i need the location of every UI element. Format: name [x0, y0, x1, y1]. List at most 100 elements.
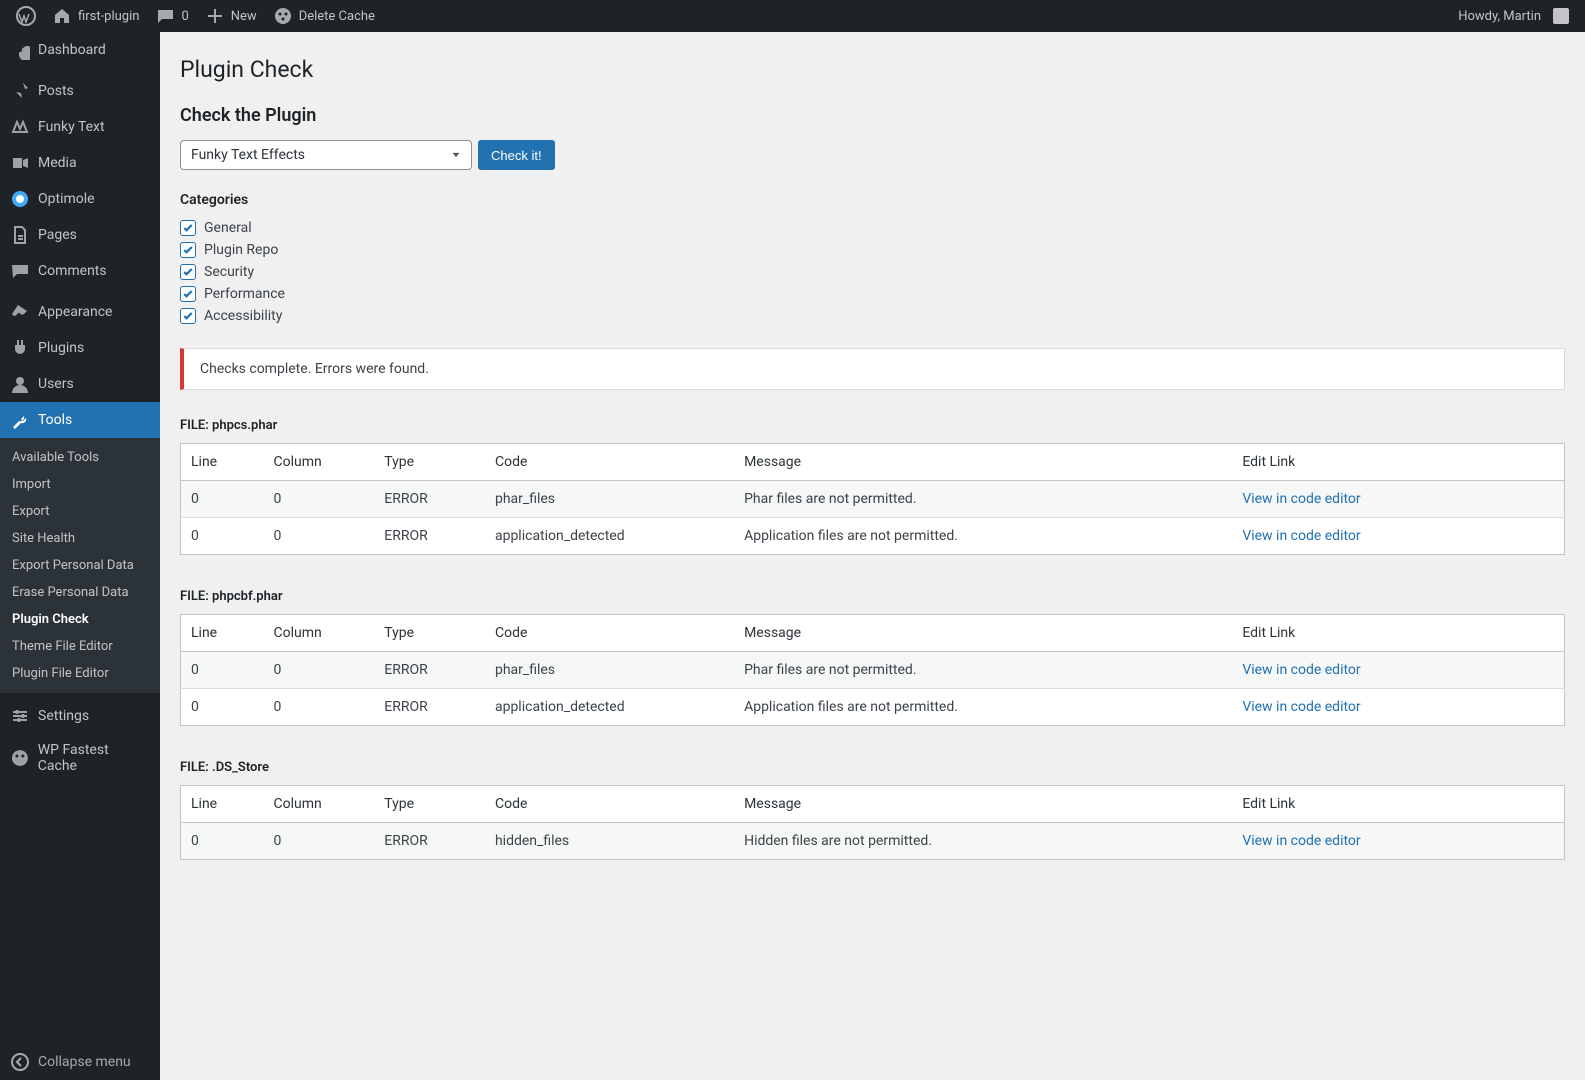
avatar — [1553, 8, 1569, 24]
sidebar-item-appearance[interactable]: Appearance — [0, 294, 160, 330]
sidebar-item-plugins[interactable]: Plugins — [0, 330, 160, 366]
checkbox-icon — [180, 220, 196, 236]
category-label: Performance — [204, 286, 285, 302]
category-plugin-repo[interactable]: Plugin Repo — [180, 242, 1565, 258]
cell-column: 0 — [264, 518, 375, 555]
sidebar-item-label: Dashboard — [38, 42, 106, 58]
results-table: LineColumnTypeCodeMessageEdit Link00ERRO… — [180, 614, 1565, 726]
page-title: Plugin Check — [180, 56, 1565, 83]
submenu-item-plugin-check[interactable]: Plugin Check — [0, 606, 160, 633]
th-type: Type — [374, 786, 485, 823]
table-row: 00ERRORphar_filesPhar files are not perm… — [181, 481, 1565, 518]
submenu-item-export[interactable]: Export — [0, 498, 160, 525]
sidebar-item-media[interactable]: Media — [0, 145, 160, 181]
sidebar-item-label: Funky Text — [38, 119, 105, 135]
view-in-editor-link[interactable]: View in code editor — [1242, 491, 1360, 507]
adminbar-delete-cache-label: Delete Cache — [299, 9, 375, 24]
results-table: LineColumnTypeCodeMessageEdit Link00ERRO… — [180, 785, 1565, 860]
adminbar-delete-cache[interactable]: Delete Cache — [265, 0, 383, 32]
cell-type: ERROR — [374, 481, 485, 518]
view-in-editor-link[interactable]: View in code editor — [1242, 833, 1360, 849]
sliders-icon — [10, 706, 30, 726]
sidebar-item-dashboard[interactable]: Dashboard — [0, 32, 160, 68]
category-label: General — [204, 220, 252, 236]
cell-code: phar_files — [485, 481, 734, 518]
sidebar-item-wp-fastest-cache[interactable]: WP Fastest Cache — [0, 734, 160, 782]
cell-type: ERROR — [374, 823, 485, 860]
chevron-down-icon — [449, 148, 463, 162]
plugin-select[interactable]: Funky Text Effects — [180, 140, 472, 170]
cell-line: 0 — [181, 481, 264, 518]
pin-icon — [10, 81, 30, 101]
sidebar-item-optimole[interactable]: Optimole — [0, 181, 160, 217]
submenu-item-erase-personal-data[interactable]: Erase Personal Data — [0, 579, 160, 606]
sidebar-item-comments[interactable]: Comments — [0, 253, 160, 289]
th-column: Column — [264, 786, 375, 823]
admin-sidebar: Dashboard Posts Funky Text MediaOptimolePag… — [0, 32, 160, 1080]
categories-heading: Categories — [180, 192, 1565, 208]
cell-column: 0 — [264, 652, 375, 689]
sidebar-item-pages[interactable]: Pages — [0, 217, 160, 253]
checkbox-icon — [180, 242, 196, 258]
adminbar-site-name[interactable]: first-plugin — [44, 0, 147, 32]
sidebar-item-label: Users — [38, 376, 74, 392]
sidebar-item-users[interactable]: Users — [0, 366, 160, 402]
check-it-button[interactable]: Check it! — [478, 140, 555, 170]
table-row: 00ERRORhidden_filesHidden files are not … — [181, 823, 1565, 860]
sidebar-item-funky-text[interactable]: Funky Text — [0, 109, 160, 145]
adminbar-new[interactable]: New — [197, 0, 265, 32]
cell-column: 0 — [264, 823, 375, 860]
submenu-item-site-health[interactable]: Site Health — [0, 525, 160, 552]
media-icon — [10, 153, 30, 173]
adminbar-wp-logo[interactable] — [8, 0, 44, 32]
file-label: FILE: .DS_Store — [180, 760, 1565, 775]
category-label: Plugin Repo — [204, 242, 278, 258]
adminbar-account[interactable]: Howdy, Martin — [1450, 0, 1577, 32]
th-line: Line — [181, 615, 264, 652]
th-code: Code — [485, 444, 734, 481]
submenu-item-theme-file-editor[interactable]: Theme File Editor — [0, 633, 160, 660]
submenu-item-import[interactable]: Import — [0, 471, 160, 498]
category-accessibility[interactable]: Accessibility — [180, 308, 1565, 324]
optimole-icon — [10, 189, 30, 209]
th-code: Code — [485, 786, 734, 823]
file-label: FILE: phpcbf.phar — [180, 589, 1565, 604]
results-table: LineColumnTypeCodeMessageEdit Link00ERRO… — [180, 443, 1565, 555]
collapse-icon — [10, 1052, 30, 1072]
th-message: Message — [734, 615, 1232, 652]
adminbar-comments[interactable]: 0 — [147, 0, 196, 32]
category-security[interactable]: Security — [180, 264, 1565, 280]
cell-code: phar_files — [485, 652, 734, 689]
wrench-icon — [10, 410, 30, 430]
cell-message: Hidden files are not permitted. — [734, 823, 1232, 860]
th-type: Type — [374, 444, 485, 481]
cheetah-icon — [273, 6, 293, 26]
home-icon — [52, 6, 72, 26]
view-in-editor-link[interactable]: View in code editor — [1242, 528, 1360, 544]
view-in-editor-link[interactable]: View in code editor — [1242, 699, 1360, 715]
cell-message: Phar files are not permitted. — [734, 481, 1232, 518]
submenu-item-available-tools[interactable]: Available Tools — [0, 444, 160, 471]
file-label: FILE: phpcs.phar — [180, 418, 1565, 433]
collapse-menu-button[interactable]: Collapse menu — [0, 1044, 160, 1080]
th-edit-link: Edit Link — [1232, 786, 1564, 823]
cell-line: 0 — [181, 518, 264, 555]
table-row: 00ERRORapplication_detectedApplication f… — [181, 689, 1565, 726]
category-general[interactable]: General — [180, 220, 1565, 236]
th-edit-link: Edit Link — [1232, 615, 1564, 652]
category-performance[interactable]: Performance — [180, 286, 1565, 302]
th-type: Type — [374, 615, 485, 652]
sidebar-item-posts[interactable]: Posts — [0, 73, 160, 109]
cell-code: application_detected — [485, 689, 734, 726]
sidebar-item-tools[interactable]: Tools — [0, 402, 160, 438]
view-in-editor-link[interactable]: View in code editor — [1242, 662, 1360, 678]
th-line: Line — [181, 786, 264, 823]
plug-icon — [10, 338, 30, 358]
submenu-item-plugin-file-editor[interactable]: Plugin File Editor — [0, 660, 160, 687]
category-label: Security — [204, 264, 254, 280]
submenu-item-export-personal-data[interactable]: Export Personal Data — [0, 552, 160, 579]
sidebar-item-settings[interactable]: Settings — [0, 698, 160, 734]
cheetah-icon — [10, 748, 30, 768]
th-column: Column — [264, 444, 375, 481]
th-message: Message — [734, 444, 1232, 481]
